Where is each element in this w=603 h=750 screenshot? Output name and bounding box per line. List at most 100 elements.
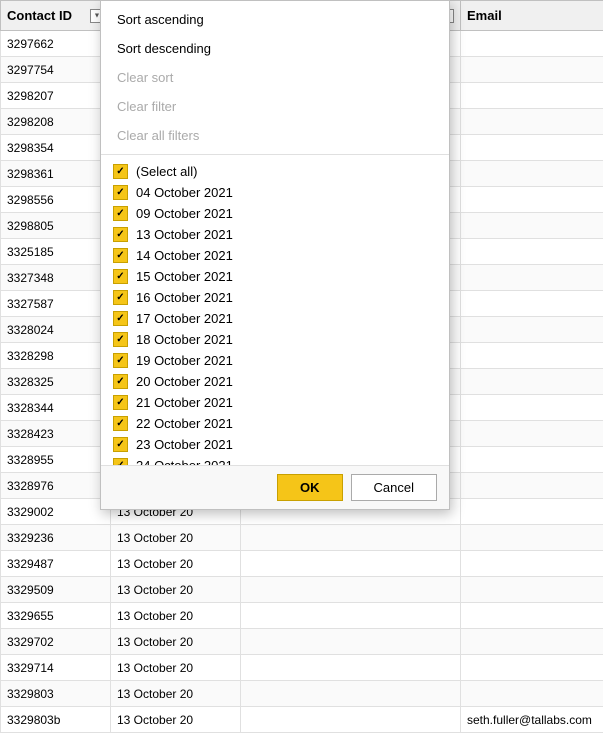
ok-button[interactable]: OK bbox=[277, 474, 343, 501]
cell-contact-id: 3298354 bbox=[1, 135, 111, 161]
filter-item[interactable]: 22 October 2021 bbox=[101, 413, 449, 434]
col-header-email-label: Email bbox=[467, 8, 502, 23]
table-row: 332971413 October 20 bbox=[1, 655, 603, 681]
filter-item[interactable]: 18 October 2021 bbox=[101, 329, 449, 350]
filter-checkbox[interactable] bbox=[113, 269, 128, 284]
cell-create-date: 13 October 20 bbox=[111, 681, 241, 707]
cancel-button[interactable]: Cancel bbox=[351, 474, 437, 501]
filter-item[interactable]: 16 October 2021 bbox=[101, 287, 449, 308]
filter-dropdown: Sort ascending Sort descending Clear sor… bbox=[100, 0, 450, 510]
cell-email bbox=[461, 525, 603, 551]
cell-contact-id: 3328024 bbox=[1, 317, 111, 343]
filter-checkbox[interactable] bbox=[113, 458, 128, 465]
filter-checkbox[interactable] bbox=[113, 227, 128, 242]
col-header-contact-id[interactable]: Contact ID bbox=[1, 1, 111, 31]
cell-contact-id: 3298361 bbox=[1, 161, 111, 187]
cell-email bbox=[461, 109, 603, 135]
cell-email: seth.fuller@tallabs.com bbox=[461, 707, 603, 733]
cell-email bbox=[461, 57, 603, 83]
cell-email bbox=[461, 447, 603, 473]
filter-list[interactable]: (Select all) 04 October 2021 09 October 20… bbox=[101, 155, 449, 465]
table-row: 332965513 October 20 bbox=[1, 603, 603, 629]
filter-checkbox[interactable] bbox=[113, 395, 128, 410]
cell-email bbox=[461, 83, 603, 109]
table-row: 3329803b13 October 20 seth.fuller@tallabs… bbox=[1, 707, 603, 733]
cell-email bbox=[461, 499, 603, 525]
filter-item[interactable]: 24 October 2021 bbox=[101, 455, 449, 465]
col-header-email[interactable]: Email bbox=[461, 1, 603, 31]
cell-email bbox=[461, 655, 603, 681]
filter-checkbox[interactable] bbox=[113, 290, 128, 305]
filter-item-label: 23 October 2021 bbox=[136, 437, 233, 452]
cell-contact-id: 3328423 bbox=[1, 421, 111, 447]
cell-email bbox=[461, 265, 603, 291]
filter-item[interactable]: 14 October 2021 bbox=[101, 245, 449, 266]
filter-checkbox[interactable] bbox=[113, 311, 128, 326]
filter-item[interactable]: 04 October 2021 bbox=[101, 182, 449, 203]
filter-item-label: 19 October 2021 bbox=[136, 353, 233, 368]
filter-item-label: 15 October 2021 bbox=[136, 269, 233, 284]
cell-contact-id: 3327587 bbox=[1, 291, 111, 317]
filter-item[interactable]: (Select all) bbox=[101, 161, 449, 182]
filter-item-label: 16 October 2021 bbox=[136, 290, 233, 305]
cell-marketing-name bbox=[241, 603, 461, 629]
filter-checkbox[interactable] bbox=[113, 185, 128, 200]
cell-contact-id: 3329236 bbox=[1, 525, 111, 551]
filter-checkbox[interactable] bbox=[113, 248, 128, 263]
cell-contact-id: 3328955 bbox=[1, 447, 111, 473]
cell-contact-id: 3329803b bbox=[1, 707, 111, 733]
filter-item[interactable]: 19 October 2021 bbox=[101, 350, 449, 371]
cell-email bbox=[461, 395, 603, 421]
cell-contact-id: 3298207 bbox=[1, 83, 111, 109]
dropdown-footer: OK Cancel bbox=[101, 465, 449, 509]
filter-item-label: 20 October 2021 bbox=[136, 374, 233, 389]
filter-item-label: 14 October 2021 bbox=[136, 248, 233, 263]
cell-create-date: 13 October 20 bbox=[111, 603, 241, 629]
filter-checkbox[interactable] bbox=[113, 416, 128, 431]
cell-contact-id: 3329702 bbox=[1, 629, 111, 655]
filter-item-label: 17 October 2021 bbox=[136, 311, 233, 326]
filter-item-label: 24 October 2021 bbox=[136, 458, 233, 465]
cell-create-date: 13 October 20 bbox=[111, 707, 241, 733]
filter-item[interactable]: 15 October 2021 bbox=[101, 266, 449, 287]
cell-contact-id: 3298805 bbox=[1, 213, 111, 239]
table-row: 332923613 October 20 bbox=[1, 525, 603, 551]
cell-contact-id: 3297754 bbox=[1, 57, 111, 83]
cell-email bbox=[461, 473, 603, 499]
cell-marketing-name bbox=[241, 525, 461, 551]
filter-item-label: 21 October 2021 bbox=[136, 395, 233, 410]
menu-item-sort-ascending[interactable]: Sort ascending bbox=[101, 5, 449, 34]
cell-email bbox=[461, 603, 603, 629]
menu-item-sort-descending[interactable]: Sort descending bbox=[101, 34, 449, 63]
dropdown-menu-items: Sort ascending Sort descending Clear sor… bbox=[101, 1, 449, 155]
cell-contact-id: 3329509 bbox=[1, 577, 111, 603]
filter-item[interactable]: 21 October 2021 bbox=[101, 392, 449, 413]
filter-item[interactable]: 13 October 2021 bbox=[101, 224, 449, 245]
cell-email bbox=[461, 239, 603, 265]
filter-checkbox[interactable] bbox=[113, 332, 128, 347]
filter-checkbox[interactable] bbox=[113, 353, 128, 368]
cell-marketing-name bbox=[241, 629, 461, 655]
filter-item[interactable]: 09 October 2021 bbox=[101, 203, 449, 224]
cell-email bbox=[461, 577, 603, 603]
menu-item-clear-all-filters: Clear all filters bbox=[101, 121, 449, 150]
menu-item-clear-filter: Clear filter bbox=[101, 92, 449, 121]
filter-item[interactable]: 20 October 2021 bbox=[101, 371, 449, 392]
cell-create-date: 13 October 20 bbox=[111, 629, 241, 655]
filter-item-label: 04 October 2021 bbox=[136, 185, 233, 200]
filter-checkbox[interactable] bbox=[113, 374, 128, 389]
filter-checkbox[interactable] bbox=[113, 164, 128, 179]
filter-checkbox[interactable] bbox=[113, 437, 128, 452]
filter-checkbox[interactable] bbox=[113, 206, 128, 221]
filter-item-label: (Select all) bbox=[136, 164, 197, 179]
cell-create-date: 13 October 20 bbox=[111, 655, 241, 681]
menu-item-clear-sort: Clear sort bbox=[101, 63, 449, 92]
cell-create-date: 13 October 20 bbox=[111, 577, 241, 603]
filter-item[interactable]: 23 October 2021 bbox=[101, 434, 449, 455]
table-row: 332980313 October 20 bbox=[1, 681, 603, 707]
table-row: 332948713 October 20 bbox=[1, 551, 603, 577]
cell-contact-id: 3325185 bbox=[1, 239, 111, 265]
cell-contact-id: 3327348 bbox=[1, 265, 111, 291]
filter-item-label: 13 October 2021 bbox=[136, 227, 233, 242]
filter-item[interactable]: 17 October 2021 bbox=[101, 308, 449, 329]
